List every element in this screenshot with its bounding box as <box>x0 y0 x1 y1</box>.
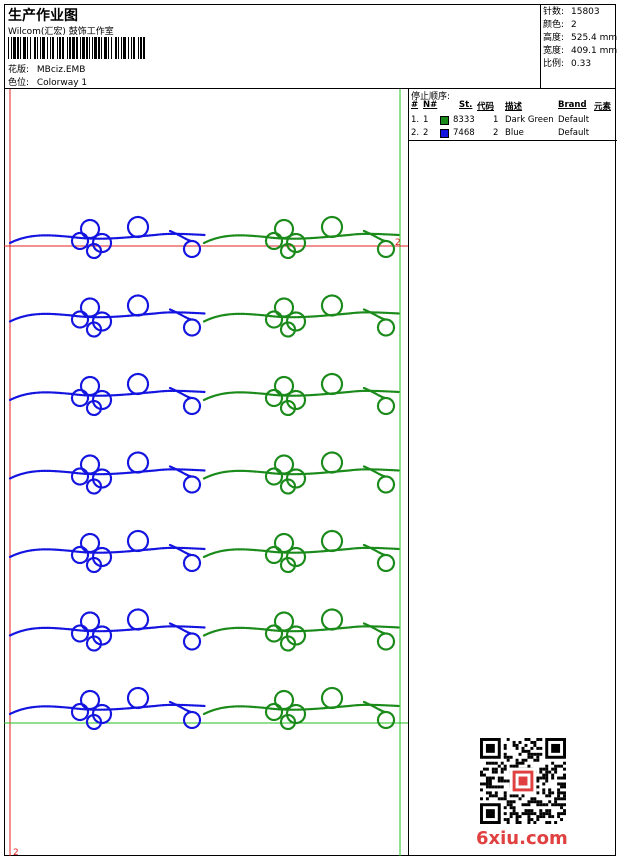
col-element: 元素 <box>594 102 612 112</box>
colorway-meta: 色位: Colorway 1 <box>8 75 87 88</box>
table-row[interactable]: 2. 2 7468 2 Blue Default <box>409 128 617 140</box>
stat-stitches: 针数: 15803 <box>543 7 600 17</box>
motif-row <box>8 529 401 574</box>
col-stitches: St. <box>459 100 473 110</box>
end-marker: 2 <box>13 848 19 856</box>
colorway-value: Colorway 1 <box>36 78 88 88</box>
motif-row <box>8 372 401 417</box>
page-title: 生产作业图 <box>8 8 78 24</box>
panel-divider <box>409 140 617 141</box>
motif-row <box>8 608 401 652</box>
qr-code <box>480 738 566 824</box>
motif-row <box>8 215 401 260</box>
watermark-logo: 6xiu.com <box>476 828 568 849</box>
stat-width: 宽度: 409.1 mm <box>543 46 618 56</box>
start-marker: 2 <box>395 238 401 248</box>
pattern-label: 花版: <box>8 65 30 75</box>
stat-scale: 比例: 0.33 <box>543 59 592 69</box>
colorway-label: 色位: <box>8 78 30 88</box>
stop-order-header: # N# St. 代码 描述 Brand 元素 <box>409 100 617 112</box>
embroidery-design-canvas: 2 2 <box>4 89 408 856</box>
motif-row <box>8 451 401 495</box>
motif-rows <box>8 215 401 731</box>
pattern-meta: 花版: MBciz.EMB <box>8 62 85 75</box>
stat-height: 高度: 525.4 mm <box>543 33 618 43</box>
barcode <box>8 37 145 59</box>
col-description: 描述 <box>505 102 523 112</box>
table-row[interactable]: 1. 1 8333 1 Dark Green Default <box>409 115 617 127</box>
color-swatch <box>440 116 449 125</box>
col-needle: N# <box>423 100 438 110</box>
page-subtitle: Wilcom(汇宏) 鼓饰工作室 <box>8 27 114 37</box>
col-index: # <box>411 100 419 110</box>
stat-colors: 颜色: 2 <box>543 20 577 30</box>
col-code: 代码 <box>477 102 495 112</box>
stats-panel: 针数: 15803 颜色: 2 高度: 525.4 mm 宽度: 409.1 mm 比例… <box>540 4 618 88</box>
color-swatch <box>440 129 449 138</box>
motif-row <box>8 294 401 338</box>
col-brand: Brand <box>558 100 587 110</box>
pattern-value: MBciz.EMB <box>36 65 86 75</box>
